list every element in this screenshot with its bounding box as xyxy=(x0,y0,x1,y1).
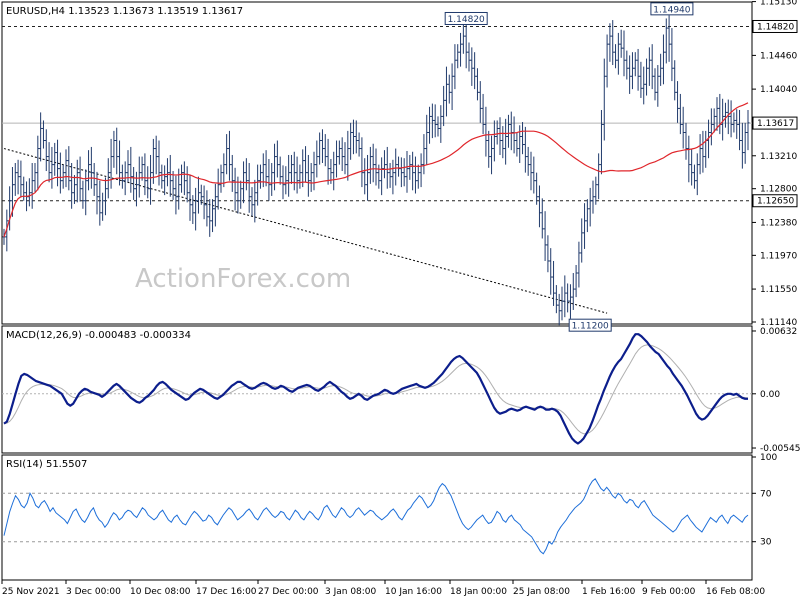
x-tick-label: 25 Jan 08:00 xyxy=(513,587,570,597)
price-ytick-label: 1.12800 xyxy=(760,185,797,195)
x-tick-label: 18 Jan 00:00 xyxy=(450,587,507,597)
x-tick-label: 3 Jan 08:00 xyxy=(325,587,377,597)
price-ytick-label: 1.11970 xyxy=(760,251,797,261)
rsi-ytick-label: 70 xyxy=(760,489,772,499)
x-tick-label: 27 Dec 00:00 xyxy=(258,587,319,597)
price-level-tag: 1.13617 xyxy=(752,116,798,130)
price-ytick-label: 1.15130 xyxy=(760,0,797,8)
swing-annotation-label: 1.14940 xyxy=(653,5,690,15)
x-tick-label: 1 Feb 16:00 xyxy=(582,587,636,597)
background xyxy=(0,0,800,600)
price-level-tag: 1.12650 xyxy=(752,194,798,208)
price-ytick-label: 1.13210 xyxy=(760,152,797,162)
swing-annotation: 1.14940 xyxy=(650,2,694,15)
price-ytick-label: 1.11550 xyxy=(760,285,797,295)
x-tick-label: 17 Dec 16:00 xyxy=(196,587,257,597)
rsi-header: RSI(14) 51.5507 xyxy=(6,459,87,470)
price-ytick-label: 1.14460 xyxy=(760,51,797,61)
x-tick-label: 3 Dec 00:00 xyxy=(66,587,121,597)
rsi-ytick-label: 100 xyxy=(760,453,777,463)
swing-annotation-label: 1.14820 xyxy=(448,15,485,25)
x-tick-label: 10 Dec 08:00 xyxy=(130,587,191,597)
x-tick-label: 10 Jan 16:00 xyxy=(385,587,442,597)
price-level-tag-label: 1.14820 xyxy=(757,22,794,32)
x-tick-label: 9 Feb 00:00 xyxy=(642,587,696,597)
price-level-tag-label: 1.12650 xyxy=(757,197,794,207)
macd-header: MACD(12,26,9) -0.000483 -0.000334 xyxy=(6,330,191,341)
chart-canvas: EURUSD,H4 1.13523 1.13673 1.13519 1.1361… xyxy=(0,0,800,600)
watermark: ActionForex.com xyxy=(135,264,351,294)
swing-annotation-label: 1.11200 xyxy=(572,322,609,332)
rsi-ytick-label: 30 xyxy=(760,538,772,548)
price-level-tag-label: 1.13617 xyxy=(757,119,794,129)
swing-annotation: 1.14820 xyxy=(444,11,488,25)
price-level-tag: 1.14820 xyxy=(752,19,798,33)
price-ytick-label: 1.12380 xyxy=(760,218,797,228)
swing-annotation: 1.11200 xyxy=(568,318,612,332)
price-ytick-label: 1.14040 xyxy=(760,85,797,95)
x-tick-label: 25 Nov 2021 xyxy=(2,587,60,597)
x-tick-label: 16 Feb 08:00 xyxy=(706,587,765,597)
chart-window: EURUSD,H4 1.13523 1.13673 1.13519 1.1361… xyxy=(0,0,800,600)
price-header: EURUSD,H4 1.13523 1.13673 1.13519 1.1361… xyxy=(6,6,243,17)
macd-ytick-label: 0.00632 xyxy=(760,327,797,337)
macd-ytick-label: 0.00 xyxy=(760,390,780,400)
